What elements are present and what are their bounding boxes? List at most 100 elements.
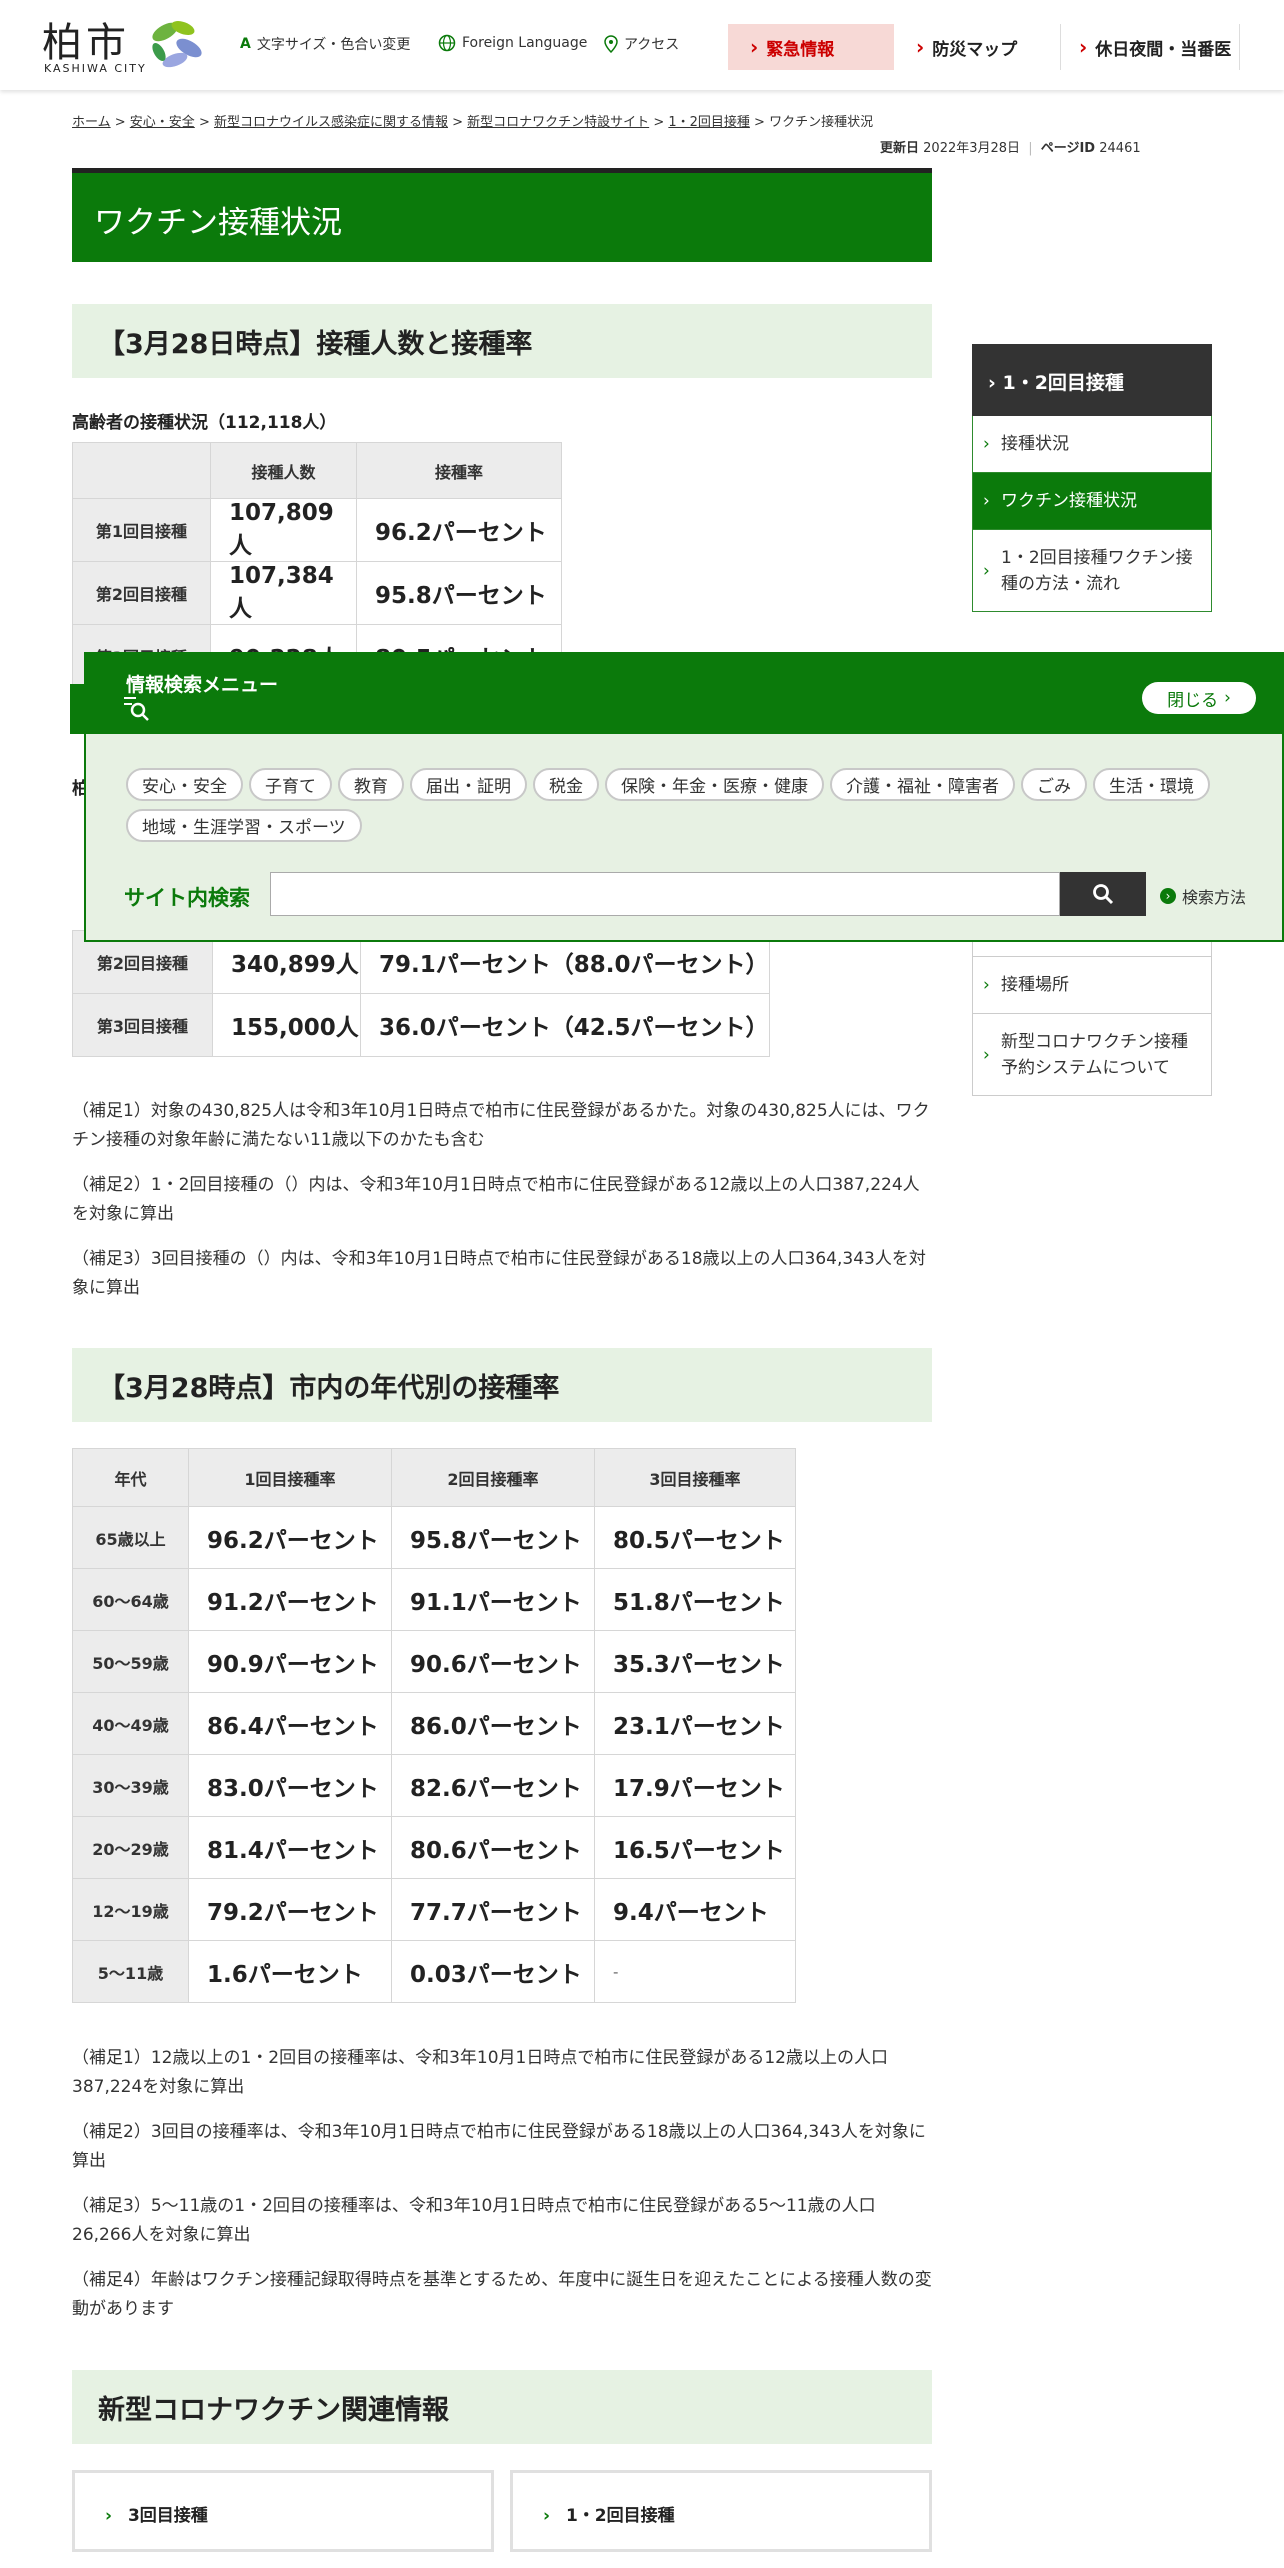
table-row: 50～59歳 90.9パーセント 90.6パーセント 35.3パーセント <box>72 1630 796 1693</box>
chevron-right-icon: › <box>916 35 925 59</box>
table-header-cell <box>72 442 211 499</box>
note-paragraph: （補足4）年齢はワクチン接種記録取得時点を基準とするため、年度中に誕生日を迎えた… <box>72 2270 932 2319</box>
category-chip[interactable]: 地域・生涯学習・スポーツ <box>126 809 362 842</box>
table-row: 65歳以上 96.2パーセント 95.8パーセント 80.5パーセント <box>72 1506 796 1569</box>
table-cell: 82.6パーセント <box>391 1754 595 1817</box>
category-chip[interactable]: 子育て <box>249 768 332 801</box>
text-size-icon: A <box>240 36 251 52</box>
sidebar-item-label: 接種場所 <box>1001 975 1069 995</box>
search-help-link[interactable]: › 検索方法 <box>1160 884 1246 908</box>
category-chip[interactable]: 届出・証明 <box>410 768 527 801</box>
table-row: 第3回目接種 155,000人 36.0パーセント（42.5パーセント） <box>72 993 770 1057</box>
table-cell: 90.9パーセント <box>188 1630 392 1693</box>
table-cell: 107,809人 <box>210 498 357 562</box>
note-paragraph: （補足2）3回目の接種率は、令和3年10月1日時点で柏市に住民登録がある18歳以… <box>72 2122 926 2171</box>
note-paragraph: （補足3）5～11歳の1・2回目の接種率は、令和3年10月1日時点で柏市に住民登… <box>72 2196 876 2245</box>
site-logo[interactable]: 柏市 <box>42 10 130 68</box>
sidebar-item-location[interactable]: › 接種場所 <box>972 957 1212 1014</box>
table-cell: 9.4パーセント <box>594 1878 796 1941</box>
search-button[interactable] <box>1060 872 1146 916</box>
table-header-row: 年代 1回目接種率 2回目接種率 3回目接種率 <box>72 1448 796 1507</box>
sidebar-title-label: 1・2回目接種 <box>1002 372 1124 394</box>
sidebar-item-label: 新型コロナワクチン接種予約システムについて <box>1001 1031 1188 1078</box>
sidebar-item-label: 接種状況 <box>1001 434 1069 454</box>
access-link[interactable]: アクセス <box>604 34 679 54</box>
close-label: 閉じる <box>1167 690 1219 711</box>
table-cell: 83.0パーセント <box>188 1754 392 1817</box>
table-row-header: 5～11歳 <box>72 1940 189 2003</box>
table-row-header: 第1回目接種 <box>72 498 211 562</box>
sidebar-item-status[interactable]: › 接種状況 <box>972 416 1212 473</box>
breadcrumb-link[interactable]: 安心・安全 <box>130 115 195 130</box>
close-button[interactable]: 閉じる › <box>1142 682 1256 714</box>
table-header-row: 接種人数 接種率 <box>72 442 562 499</box>
table-row-header: 65歳以上 <box>72 1506 189 1569</box>
foreign-language-link[interactable]: Foreign Language <box>438 34 587 52</box>
table-row-header: 12～19歳 <box>72 1878 189 1941</box>
sidebar-title[interactable]: › 1・2回目接種 <box>972 344 1212 416</box>
table-cell: 155,000人 <box>212 993 361 1057</box>
sidebar-item-vaccination-status[interactable]: › ワクチン接種状況 <box>972 473 1212 530</box>
category-chip[interactable]: 介護・福祉・障害者 <box>830 768 1015 801</box>
category-chip[interactable]: 安心・安全 <box>126 768 243 801</box>
table-row: 12～19歳 79.2パーセント 77.7パーセント 9.4パーセント <box>72 1878 796 1941</box>
breadcrumb-link[interactable]: 新型コロナウイルス感染症に関する情報 <box>214 115 448 130</box>
section-heading: 【3月28時点】市内の年代別の接種率 <box>72 1348 932 1422</box>
table-row: 30～39歳 83.0パーセント 82.6パーセント 17.9パーセント <box>72 1754 796 1817</box>
breadcrumb-link[interactable]: ホーム <box>72 115 111 130</box>
table-cell: - <box>594 1940 796 2003</box>
table-header-cell: 1回目接種率 <box>188 1448 392 1507</box>
site-search-label: サイト内検索 <box>124 886 250 910</box>
table-cell: 80.5パーセント <box>594 1506 796 1569</box>
table-header-cell: 3回目接種率 <box>594 1448 796 1507</box>
note-paragraph: （補足3）3回目接種の（）内は、令和3年10月1日時点で柏市に住民登録がある18… <box>72 1249 926 1298</box>
table-header-cell: 接種人数 <box>210 442 357 499</box>
breadcrumb-link[interactable]: 1・2回目接種 <box>668 115 750 130</box>
chevron-right-icon: › <box>1160 888 1176 904</box>
chevron-right-icon: › <box>983 975 990 995</box>
table-cell: 95.8パーセント <box>356 561 562 625</box>
updated-date: 2022年3月28日 <box>923 141 1021 156</box>
related-link-label: 3回目接種 <box>127 2506 208 2526</box>
breadcrumb: ホーム > 安心・安全 > 新型コロナウイルス感染症に関する情報 > 新型コロナ… <box>72 115 874 130</box>
table-row-header: 20～29歳 <box>72 1816 189 1879</box>
foreign-language-label: Foreign Language <box>462 35 588 51</box>
category-chip[interactable]: 税金 <box>533 768 599 801</box>
sidebar-item-method[interactable]: › 1・2回目接種ワクチン接種の方法・流れ <box>972 530 1212 612</box>
page-id-label: ページID <box>1040 141 1096 156</box>
related-link-label: 1・2回目接種 <box>565 2506 675 2526</box>
breadcrumb-current: ワクチン接種状況 <box>769 115 874 130</box>
category-chip[interactable]: 生活・環境 <box>1093 768 1210 801</box>
related-link-booster[interactable]: › 3回目接種 <box>72 2470 494 2552</box>
category-chip[interactable]: 教育 <box>338 768 404 801</box>
table-cell: 17.9パーセント <box>594 1754 796 1817</box>
breadcrumb-link[interactable]: 新型コロナワクチン特設サイト <box>467 115 649 130</box>
map-pin-icon <box>604 35 618 53</box>
emergency-label: 緊急情報 <box>766 39 835 60</box>
text-size-link[interactable]: A 文字サイズ・色合い変更 <box>240 34 410 54</box>
updated-label: 更新日 <box>880 141 920 156</box>
note-paragraph: （補足2）1・2回目接種の（）内は、令和3年10月1日時点で柏市に住民登録がある… <box>72 1175 920 1224</box>
emergency-info-button[interactable]: › 緊急情報 <box>728 24 894 70</box>
chevron-right-icon: › <box>1224 688 1231 708</box>
chevron-right-icon: › <box>983 434 990 454</box>
page-meta: 更新日 2022年3月28日 | ページID 24461 <box>880 141 1141 156</box>
text-size-label: 文字サイズ・色合い変更 <box>256 37 411 53</box>
category-list: 安心・安全 子育て 教育 届出・証明 税金 保険・年金・医療・健康 介護・福祉・障害者 ごみ生… <box>126 768 1246 842</box>
table-cell: 91.2パーセント <box>188 1568 392 1631</box>
site-header: 柏市 KASHIWA CITY A 文字サイズ・色合い変更 Foreign La… <box>0 0 1284 90</box>
sidebar-nav: › 1・2回目接種 › 接種状況 › ワクチン接種状況 › 1・2回目接種ワクチ… <box>972 344 1212 612</box>
table-cell: 16.5パーセント <box>594 1816 796 1879</box>
page-id: 24461 <box>1099 141 1141 156</box>
sidebar-item-reservation[interactable]: › 新型コロナワクチン接種予約システムについて <box>972 1014 1212 1096</box>
site-search-input[interactable] <box>270 872 1060 916</box>
table-row: 40～49歳 86.4パーセント 86.0パーセント 23.1パーセント <box>72 1692 796 1755</box>
category-chip[interactable]: ごみ <box>1021 768 1087 801</box>
holiday-clinic-button[interactable]: › 休日夜間・当番医 <box>1060 24 1240 70</box>
sidebar-nav-lower: › 接種場所 › 新型コロナワクチン接種予約システムについて <box>972 940 1212 1096</box>
sidebar-item-label: 1・2回目接種ワクチン接種の方法・流れ <box>1001 547 1193 594</box>
table-cell: 35.3パーセント <box>594 1630 796 1693</box>
category-chip[interactable]: 保険・年金・医療・健康 <box>605 768 824 801</box>
disaster-map-button[interactable]: › 防災マップ <box>912 24 1042 70</box>
related-link-first-second[interactable]: › 1・2回目接種 <box>510 2470 932 2552</box>
